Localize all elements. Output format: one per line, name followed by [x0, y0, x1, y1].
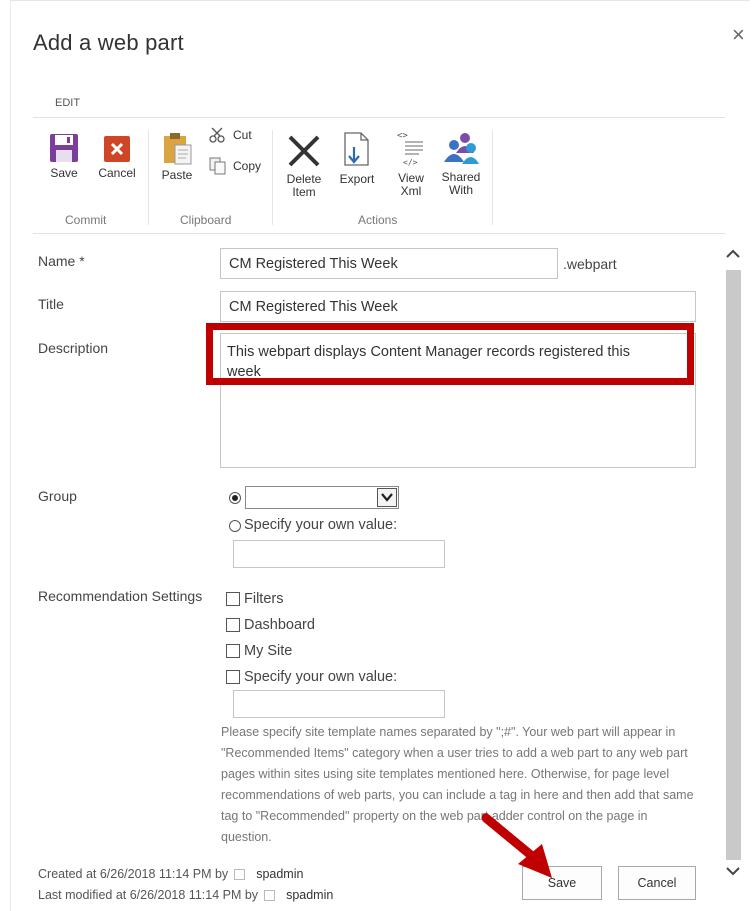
title-input[interactable]: CM Registered This Week [220, 291, 696, 322]
recommendation-settings-label: Recommendation Settings [38, 588, 203, 604]
highlight-annotation-box [206, 323, 694, 385]
title-input-value: CM Registered This Week [229, 299, 398, 315]
ribbon-export-button[interactable]: Export [335, 131, 379, 186]
title-label: Title [38, 296, 64, 312]
dialog-border-top [10, 0, 750, 1]
filters-label: Filters [244, 591, 284, 607]
group-label: Group [38, 488, 77, 504]
scrollbar-thumb[interactable] [726, 270, 741, 860]
my-site-checkbox[interactable] [226, 644, 240, 658]
my-site-label: My Site [244, 643, 293, 659]
paste-icon [164, 133, 192, 165]
people-icon [444, 133, 479, 164]
cancel-icon [104, 136, 130, 162]
group-own-value-input[interactable] [233, 540, 445, 568]
add-web-part-dialog: Add a web part × EDIT Save Cancel Paste [0, 0, 756, 911]
ribbon-save-label: Save [50, 166, 78, 180]
group-label-actions: Actions [358, 213, 398, 227]
ribbon-shared-with-button[interactable]: Shared With [438, 131, 484, 197]
delete-icon [288, 135, 320, 167]
ribbon-divider [492, 130, 493, 225]
ribbon-cut-label: Cut [233, 128, 252, 142]
name-input-value: CM Registered This Week [229, 256, 398, 272]
scroll-down-icon[interactable] [726, 864, 740, 879]
specify-own-value-label: Specify your own value: [244, 669, 398, 685]
scissors-icon [209, 127, 225, 143]
user-presence-icon [264, 890, 276, 902]
vertical-scrollbar[interactable] [723, 240, 747, 880]
created-text: Created at 6/26/2018 11:14 PM by [38, 867, 229, 881]
tab-edit[interactable]: EDIT [55, 97, 80, 109]
name-label: Name * [38, 253, 85, 269]
dashboard-checkbox[interactable] [226, 618, 240, 632]
ribbon-delete-item-button[interactable]: Delete Item [281, 133, 327, 199]
copy-icon [209, 157, 226, 175]
modified-by-user[interactable]: spadmin [286, 888, 333, 902]
ribbon-copy-button[interactable]: Copy [209, 157, 261, 175]
xml-icon: <> </> [397, 131, 423, 167]
cancel-button[interactable]: Cancel [618, 866, 696, 900]
ribbon-view-xml-button[interactable]: <> </> View Xml [392, 128, 430, 198]
name-input[interactable]: CM Registered This Week [220, 248, 558, 279]
ribbon-delete-label-2: Item [292, 185, 316, 199]
red-arrow-annotation [481, 813, 552, 878]
ribbon-save-button[interactable]: Save [45, 133, 83, 180]
ribbon-divider [148, 130, 149, 225]
ribbon-view-xml-label-2: Xml [400, 184, 422, 198]
ribbon-paste-button[interactable]: Paste [158, 131, 196, 182]
export-icon [344, 132, 369, 166]
webpart-suffix: .webpart [563, 256, 617, 272]
group-own-value-label: Specify your own value: [244, 517, 398, 533]
svg-text:</>: </> [403, 158, 418, 167]
group-select[interactable] [245, 486, 399, 509]
dialog-title: Add a web part [33, 30, 184, 55]
dialog-border-left [10, 0, 11, 911]
created-by-user[interactable]: spadmin [256, 867, 303, 881]
ribbon-shared-label-2: With [449, 183, 473, 197]
group-own-value-radio[interactable] [229, 520, 241, 532]
close-icon[interactable]: × [732, 24, 745, 46]
ribbon-copy-label: Copy [233, 159, 262, 173]
ribbon-export-label: Export [339, 172, 375, 186]
chevron-down-icon[interactable] [377, 488, 397, 507]
group-label-clipboard: Clipboard [180, 213, 232, 227]
description-label: Description [38, 340, 109, 356]
created-info: Created at 6/26/2018 11:14 PM by spadmin [38, 867, 303, 881]
ribbon-divider [272, 130, 273, 225]
recommendation-own-value-input[interactable] [233, 690, 445, 718]
modified-text: Last modified at 6/26/2018 11:14 PM by [38, 888, 259, 902]
recommendation-help-text: Please specify site template names separ… [221, 725, 694, 844]
dashboard-label: Dashboard [244, 617, 315, 633]
ribbon-cancel-label: Cancel [98, 166, 136, 180]
ribbon-cancel-button[interactable]: Cancel [95, 135, 139, 180]
group-select-radio[interactable] [229, 492, 241, 504]
filters-checkbox[interactable] [226, 592, 240, 606]
ribbon-cut-button[interactable]: Cut [209, 127, 252, 143]
save-icon [50, 134, 78, 162]
ribbon-paste-label: Paste [161, 168, 193, 182]
user-presence-icon [234, 869, 246, 881]
svg-text:<>: <> [397, 131, 408, 141]
group-label-commit: Commit [65, 213, 107, 227]
specify-own-value-checkbox[interactable] [226, 670, 240, 684]
modified-info: Last modified at 6/26/2018 11:14 PM by sp… [38, 888, 333, 902]
scroll-up-icon[interactable] [726, 246, 740, 261]
